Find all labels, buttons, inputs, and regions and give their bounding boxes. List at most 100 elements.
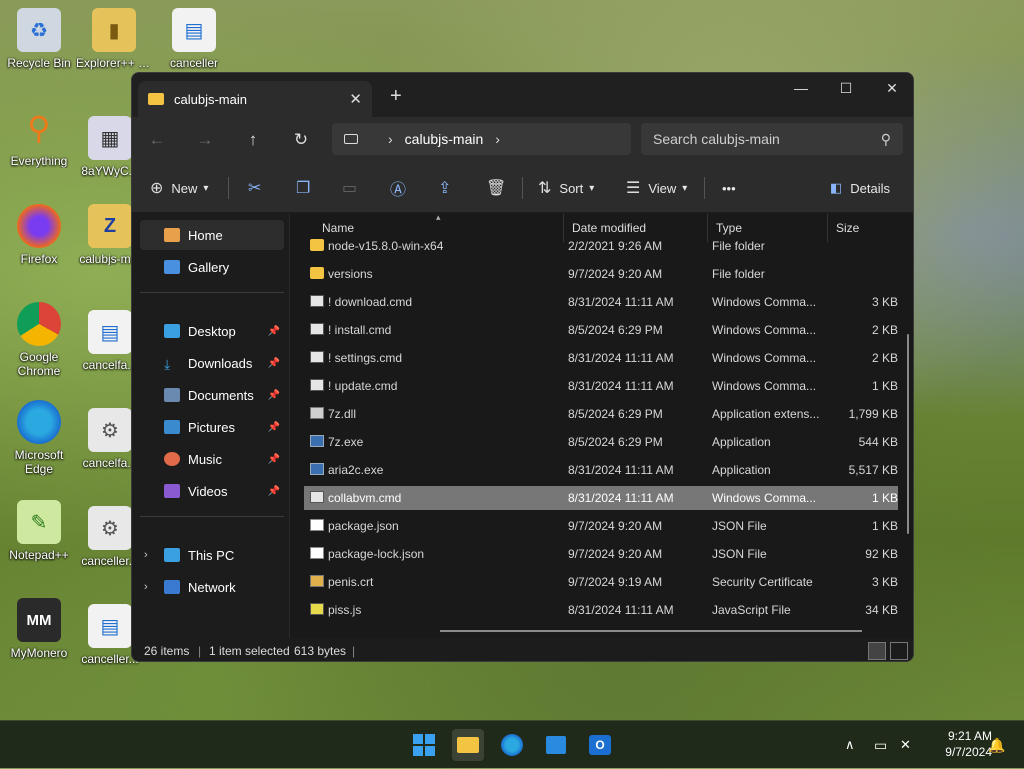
maximize-button[interactable]: ☐ [823, 73, 869, 103]
desktop-icon-chrome[interactable]: Google Chrome [1, 302, 77, 378]
clock[interactable]: 9:21 AM 9/7/2024 [922, 728, 992, 760]
copy-button[interactable]: ❐ [296, 176, 318, 200]
details-pane-button[interactable]: ◧ Details [830, 176, 890, 200]
music-icon [164, 452, 180, 466]
desktop-icon-edge[interactable]: Microsoft Edge [1, 400, 77, 476]
taskbar-store[interactable] [540, 729, 572, 761]
volume-button[interactable]: ✕ [900, 721, 911, 769]
taskbar-outlook[interactable]: O [584, 729, 616, 761]
share-button[interactable]: ⇪ [438, 176, 459, 200]
new-button[interactable]: ⊕ New ▾ [150, 176, 208, 200]
vertical-scrollbar[interactable] [907, 334, 909, 534]
pin-icon[interactable]: 📌 [268, 326, 280, 337]
desktop-icon-everything[interactable]: ⚲ Everything [1, 106, 77, 168]
separator [140, 292, 284, 293]
tab-calubjs-main[interactable]: calubjs-main ✕ [138, 81, 372, 117]
muted-speaker-icon: ✕ [900, 737, 911, 752]
pin-icon[interactable]: 📌 [268, 358, 280, 369]
start-button[interactable] [408, 729, 440, 761]
refresh-button[interactable]: ↻ [290, 129, 312, 151]
cut-button[interactable]: ✂ [248, 176, 269, 200]
network-status-button[interactable]: ▭ [874, 721, 887, 769]
pin-icon[interactable]: 📌 [268, 422, 280, 433]
chevron-right-icon[interactable]: › [495, 131, 500, 147]
file-row[interactable]: node-v15.8.0-win-x64 2/2/2021 9:26 AM File… [304, 234, 898, 258]
search-box[interactable]: Search calubjs-main ⚲ [641, 123, 903, 155]
file-size: 2 KB [871, 323, 898, 337]
paste-button[interactable]: ▭ [342, 176, 365, 200]
sidebar-item-this-pc[interactable]: › This PC [140, 540, 284, 570]
file-row[interactable]: 7z.exe 8/5/2024 6:29 PM Application 544 KB [304, 430, 898, 454]
sidebar-item-downloads[interactable]: ⤓ Downloads 📌 [140, 348, 284, 378]
view-list-icon: ☰ [626, 180, 641, 197]
desktop-icon-explorer-plus[interactable]: ▮ Explorer++ Portable [76, 8, 152, 70]
close-tab-button[interactable]: ✕ [349, 90, 362, 108]
pin-icon[interactable]: 📌 [268, 486, 280, 497]
rename-button[interactable]: Ⓐ [390, 176, 414, 200]
chevron-right-icon[interactable]: › [144, 581, 148, 593]
navigation-pane: Home Gallery Desktop 📌 ⤓ Downloads 📌 Doc… [132, 214, 290, 638]
file-row[interactable]: versions 9/7/2024 9:20 AM File folder [304, 262, 898, 286]
show-hidden-icons-button[interactable]: ∧ [845, 721, 855, 769]
pin-icon[interactable]: 📌 [268, 454, 280, 465]
chevron-down-icon: ▾ [203, 182, 209, 194]
chevron-right-icon[interactable]: › [144, 549, 148, 561]
file-date-modified: 9/7/2024 9:20 AM [568, 547, 663, 561]
this-pc-icon [164, 548, 180, 562]
breadcrumb-calubjs-main[interactable]: calubjs-main [405, 131, 484, 147]
up-button[interactable]: ↑ [242, 129, 264, 151]
file-name: 7z.exe [328, 435, 364, 449]
new-tab-button[interactable]: + [390, 85, 402, 108]
tiles-view-button[interactable] [890, 642, 908, 660]
file-row[interactable]: ! install.cmd 8/5/2024 6:29 PM Windows Com… [304, 318, 898, 342]
sidebar-item-network[interactable]: › Network [140, 572, 284, 602]
file-row[interactable]: package-lock.json 9/7/2024 9:20 AM JSON Fi… [304, 542, 898, 566]
forward-button[interactable]: → [194, 129, 216, 151]
file-row[interactable]: ! settings.cmd 8/31/2024 11:11 AM Windows … [304, 346, 898, 370]
desktop-icon-recycle-bin[interactable]: ♻ Recycle Bin [1, 8, 77, 70]
document-icon: ▤ [88, 604, 132, 648]
separator: | [198, 644, 202, 658]
close-window-button[interactable]: ✕ [869, 73, 913, 103]
sidebar-item-music[interactable]: Music 📌 [140, 444, 284, 474]
chevron-right-icon[interactable]: › [388, 131, 393, 147]
file-row[interactable]: piss.js 8/31/2024 11:11 AM JavaScript File… [304, 598, 898, 622]
taskbar-edge[interactable] [496, 729, 528, 761]
sidebar-item-home[interactable]: Home [140, 220, 284, 250]
file-type: Application extens... [712, 407, 820, 421]
file-name: package-lock.json [328, 547, 425, 561]
file-row[interactable]: 7z.dll 8/5/2024 6:29 PM Application extens… [304, 402, 898, 426]
file-row[interactable]: ! download.cmd 8/31/2024 11:11 AM Windows … [304, 290, 898, 314]
horizontal-scrollbar[interactable] [440, 630, 862, 632]
sidebar-item-videos[interactable]: Videos 📌 [140, 476, 284, 506]
file-type: JSON File [712, 547, 767, 561]
sidebar-item-desktop[interactable]: Desktop 📌 [140, 316, 284, 346]
details-view-button[interactable] [868, 642, 886, 660]
taskbar-file-explorer[interactable] [452, 729, 484, 761]
back-button[interactable]: ← [146, 129, 168, 151]
desktop-icon-canceller[interactable]: ▤ canceller [156, 8, 232, 70]
delete-button[interactable]: 🗑 [486, 176, 514, 200]
sidebar-item-gallery[interactable]: Gallery [140, 252, 284, 282]
desktop-icon-firefox[interactable]: Firefox [1, 204, 77, 266]
view-button[interactable]: ☰ View ▾ [626, 176, 687, 200]
file-row[interactable]: collabvm.cmd 8/31/2024 11:11 AM Windows Co… [304, 486, 898, 510]
sidebar-item-pictures[interactable]: Pictures 📌 [140, 412, 284, 442]
sort-button[interactable]: ⇅ Sort ▾ [538, 176, 594, 200]
file-row[interactable]: aria2c.exe 8/31/2024 11:11 AM Application 5… [304, 458, 898, 482]
more-options-button[interactable]: ••• [722, 176, 736, 200]
scissors-icon: ✂ [248, 180, 262, 197]
minimize-button[interactable]: — [778, 73, 824, 103]
file-row[interactable]: package.json 9/7/2024 9:20 AM JSON File 1 K… [304, 514, 898, 538]
sidebar-item-documents[interactable]: Documents 📌 [140, 380, 284, 410]
file-icon [310, 435, 324, 447]
file-row[interactable]: ! update.cmd 8/31/2024 11:11 AM Windows Co… [304, 374, 898, 398]
file-row[interactable]: penis.crt 9/7/2024 9:19 AM Security Certif… [304, 570, 898, 594]
file-size: 5,517 KB [848, 463, 898, 477]
notifications-button[interactable]: 🔔 [988, 721, 1005, 769]
trash-icon: 🗑 [486, 180, 507, 197]
address-bar[interactable]: › calubjs-main › [332, 123, 631, 155]
desktop-icon-notepadpp[interactable]: ✎ Notepad++ [1, 500, 77, 562]
pin-icon[interactable]: 📌 [268, 390, 280, 401]
desktop-icon-mymonero[interactable]: MM MyMonero [1, 598, 77, 660]
